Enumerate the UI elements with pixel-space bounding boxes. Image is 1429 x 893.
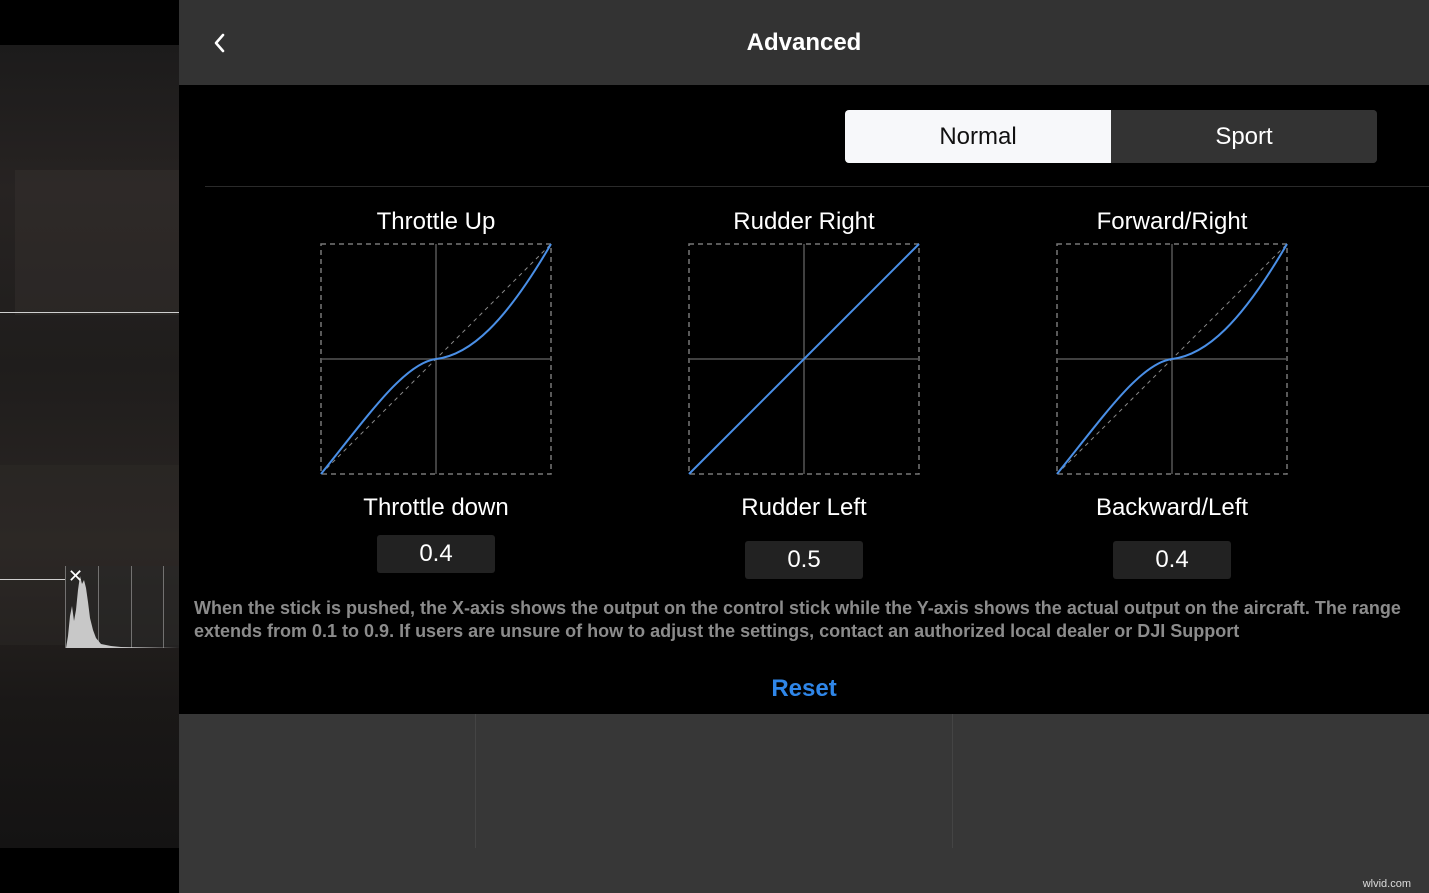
forward-curve: Forward/Right Backward/Left 0.4 (1007, 208, 1337, 580)
forward-expo-graph[interactable] (1056, 243, 1288, 475)
horizon-line (0, 312, 179, 313)
curve-top-label: Throttle Up (376, 208, 496, 235)
rudder-expo-graph[interactable] (688, 243, 920, 475)
histogram[interactable]: ✕ (65, 566, 179, 648)
throttle-expo-input[interactable]: 0.4 (377, 535, 495, 573)
mode-selector[interactable]: Normal Sport (845, 110, 1377, 163)
camera-feed (0, 45, 179, 848)
chevron-left-icon (214, 33, 225, 53)
curve-bottom-label: Backward/Left (1095, 494, 1249, 521)
throttle-expo-graph[interactable] (320, 243, 552, 475)
rudder-curve: Rudder Right Rudder Left 0.5 (639, 208, 969, 580)
back-button[interactable] (205, 26, 235, 60)
help-text: When the stick is pushed, the X-axis sho… (194, 598, 1401, 641)
forward-expo-input[interactable]: 0.4 (1113, 541, 1231, 579)
reset-button[interactable]: Reset (179, 675, 1429, 703)
mode-normal-button[interactable]: Normal (845, 110, 1111, 163)
feed-shadow (15, 170, 179, 315)
curve-top-label: Rudder Right (733, 208, 875, 235)
mode-sport-button[interactable]: Sport (1111, 110, 1377, 163)
curve-top-label: Forward/Right (1096, 208, 1248, 235)
curve-bottom-label: Rudder Left (741, 494, 867, 521)
page-title: Advanced (746, 29, 862, 56)
watermark: wlvid.com (1362, 878, 1411, 890)
curve-bottom-label: Throttle down (363, 494, 509, 521)
section-divider (205, 186, 1429, 187)
camera-preview[interactable]: ✕ (0, 0, 179, 893)
close-icon[interactable]: ✕ (68, 567, 83, 585)
horizon-line (0, 579, 65, 580)
throttle-curve: Throttle Up Throttle down 0.4 (271, 208, 601, 578)
rudder-expo-input[interactable]: 0.5 (745, 541, 863, 579)
